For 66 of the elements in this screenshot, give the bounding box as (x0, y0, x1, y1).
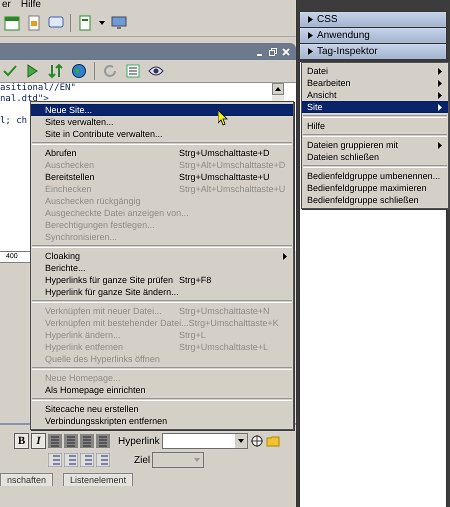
menu-item[interactable]: Abrufen Strg+Umschalttaste+D (31, 147, 293, 159)
target-label: Ziel (134, 454, 150, 466)
properties-button[interactable]: Listenelement (63, 472, 134, 486)
document-icon[interactable] (26, 15, 42, 31)
menu-item[interactable]: Ansicht (302, 89, 448, 101)
menu-item[interactable]: Hilfe (20, 0, 41, 10)
globe-icon[interactable] (71, 63, 87, 79)
menu-item[interactable]: Site in Contribute verwalten... (31, 128, 293, 140)
panel-header[interactable]: Anwendung (300, 28, 446, 43)
menu-item[interactable]: Verbindungsskripten entfernen (31, 415, 293, 427)
triangle-icon (308, 48, 313, 55)
menu-item[interactable]: Hyperlinks für ganze Site prüfen Strg+F8 (31, 274, 293, 286)
menu-item[interactable]: Sitecache neu erstellen (31, 403, 293, 415)
menu-item[interactable]: Dateien gruppieren mit (302, 139, 448, 151)
scroll-up-icon[interactable] (272, 83, 284, 95)
align-icon[interactable] (64, 434, 78, 448)
target-icon[interactable] (250, 434, 264, 448)
menu-item[interactable]: Cloaking (31, 250, 293, 262)
bold-button[interactable]: B (14, 433, 29, 449)
align-icon[interactable] (80, 434, 94, 448)
properties-button[interactable]: nschaften (0, 472, 54, 486)
submenu-arrow-icon (283, 252, 287, 260)
menu-item[interactable]: Bereitstellen Strg+Umschalttaste+U (31, 171, 293, 183)
align-icon[interactable] (48, 434, 62, 448)
align-icon[interactable] (96, 434, 110, 448)
caret-icon[interactable] (99, 21, 105, 25)
menu-item[interactable]: Neue Site... (31, 104, 293, 116)
menu-item[interactable]: Berichte... (31, 262, 293, 274)
monitor-icon[interactable] (111, 15, 127, 31)
panel-header[interactable]: Tag-Inspektor (300, 44, 446, 59)
triangle-icon (308, 32, 313, 39)
calendar-icon[interactable] (4, 15, 20, 31)
code-line: nal.dtd"> (0, 94, 49, 104)
menu-item[interactable]: Bedienfeldgruppe schließen (302, 194, 448, 206)
menu-item[interactable]: Dateien schließen (302, 151, 448, 163)
list-icon[interactable] (64, 453, 78, 467)
target-field[interactable] (152, 452, 204, 468)
close-icon[interactable] (282, 48, 290, 56)
menu-item[interactable]: Hilfe (302, 120, 448, 132)
code-line: asitional//EN" (0, 83, 76, 93)
dropdown-icon[interactable] (234, 434, 247, 448)
hyperlink-field[interactable] (162, 433, 248, 449)
mouse-cursor-icon (218, 110, 228, 126)
page-icon[interactable] (77, 15, 93, 31)
code-line: l; ch (0, 116, 28, 126)
menu-item[interactable]: er (2, 0, 11, 10)
list-icon[interactable] (96, 453, 110, 467)
menu-item[interactable]: Als Homepage einrichten (31, 384, 293, 396)
restore-icon[interactable] (269, 48, 277, 56)
menu-item[interactable]: Bearbeiten (302, 77, 448, 89)
checkmark-icon[interactable] (2, 63, 18, 79)
list-icon[interactable] (48, 453, 62, 467)
menu-item[interactable]: Sites verwalten... (31, 116, 293, 128)
menu-item[interactable]: Hyperlink für ganze Site ändern... (31, 286, 293, 298)
menu-item[interactable]: Site (302, 101, 448, 113)
panel-header[interactable]: CSS (300, 12, 446, 27)
hyperlink-label: Hyperlink (118, 436, 160, 446)
italic-button[interactable]: I (31, 433, 46, 449)
menu-item[interactable]: Bedienfeldgruppe maximieren (302, 182, 448, 194)
triangle-icon (308, 16, 313, 23)
list-icon[interactable] (80, 453, 94, 467)
arrows-icon[interactable] (48, 63, 64, 79)
list-icon[interactable] (125, 63, 141, 79)
submenu-arrow-icon (438, 142, 442, 148)
menu-item[interactable]: Bedienfeldgruppe umbenennen... (302, 170, 448, 182)
menu-item[interactable]: Datei (302, 65, 448, 77)
